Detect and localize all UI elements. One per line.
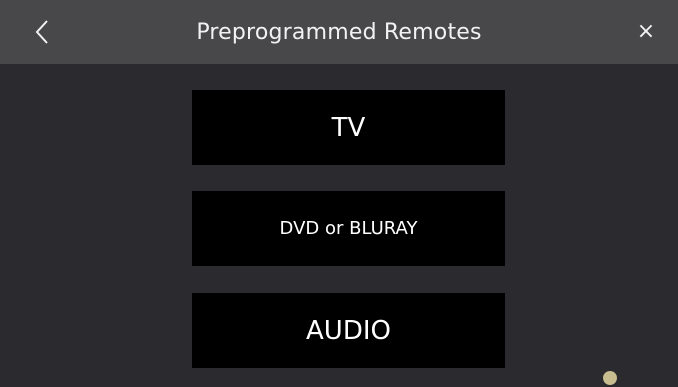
- tv-remote-button[interactable]: TV: [192, 90, 505, 165]
- back-button[interactable]: [24, 14, 60, 50]
- close-icon: ×: [636, 19, 656, 44]
- tv-remote-label: TV: [331, 112, 366, 143]
- page-title: Preprogrammed Remotes: [196, 19, 482, 45]
- header-bar: Preprogrammed Remotes ×: [0, 0, 678, 64]
- close-button[interactable]: ×: [628, 14, 664, 50]
- dvd-bluray-remote-label: DVD or BLURAY: [279, 218, 418, 239]
- dvd-bluray-remote-button[interactable]: DVD or BLURAY: [192, 191, 505, 266]
- audio-remote-label: AUDIO: [306, 315, 391, 346]
- scroll-indicator: [603, 371, 617, 385]
- audio-remote-button[interactable]: AUDIO: [192, 293, 505, 368]
- chevron-left-icon: [35, 20, 48, 44]
